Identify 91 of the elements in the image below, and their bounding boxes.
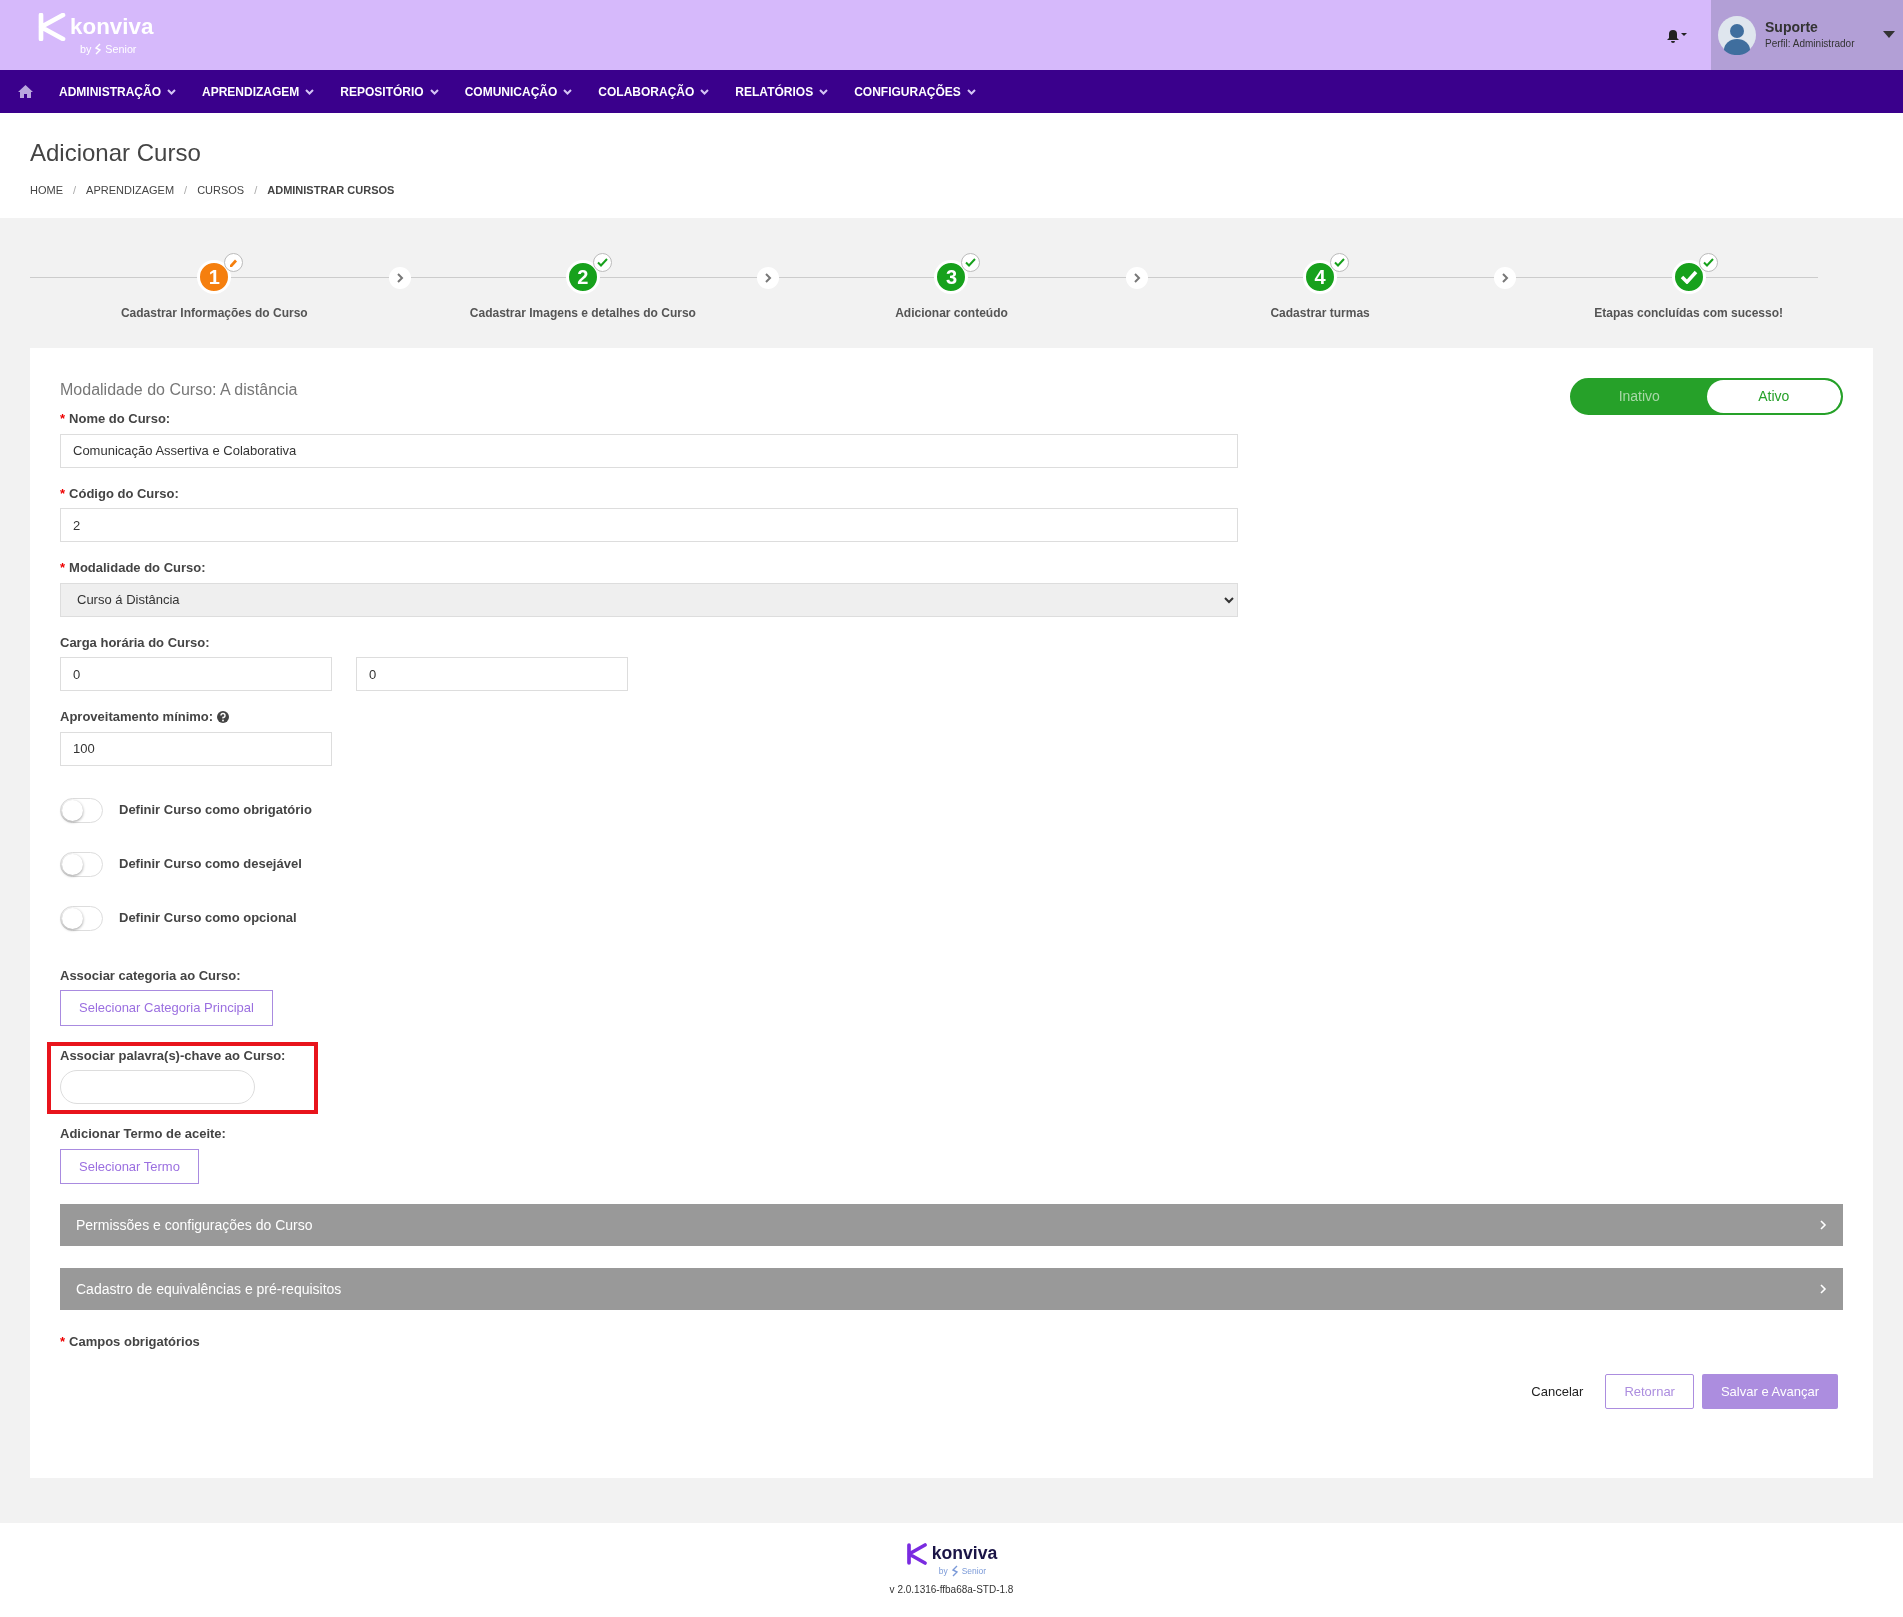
field-label: Aproveitamento mínimo: (60, 708, 214, 726)
nav-menu-item[interactable]: CONFIGURAÇÕES (854, 82, 976, 101)
chevron-down-icon (305, 88, 315, 95)
cancel-link[interactable]: Cancelar (1517, 1381, 1598, 1401)
field-label: Associar palavra(s)-chave ao Curso: (60, 1046, 286, 1065)
step-label: Adicionar conteúdo (895, 305, 1008, 322)
input-field[interactable]: 0 (60, 657, 332, 691)
check-icon (1330, 253, 1350, 272)
chevron-right-icon (1820, 1220, 1827, 1230)
required-note: Campos obrigatórios (69, 1333, 200, 1351)
logo-byline: by (80, 41, 92, 57)
logo-name: konviva (70, 15, 154, 39)
breadcrumb-link[interactable]: APRENDIZAGEM (86, 181, 175, 199)
step-circle: 4 (1303, 260, 1338, 294)
required-mark: * (60, 410, 66, 428)
chevron-down-icon (966, 88, 976, 95)
logo-brand: Senior (105, 41, 137, 57)
select-button[interactable]: Selecionar Categoria Principal (60, 990, 273, 1026)
chevron-down-icon (167, 88, 176, 95)
pencil-icon (224, 253, 244, 272)
field-label: Código do Curso: (69, 484, 179, 503)
version-text: v 2.0.1316-ffba68a-STD-1.8 (889, 1582, 1014, 1597)
field-label: Carga horária do Curso: (60, 633, 210, 652)
step-label: Cadastrar Imagens e detalhes do Curso (469, 305, 696, 322)
user-profile: Perfil: Administrador (1765, 36, 1856, 51)
breadcrumb-current: ADMINISTRAR CURSOS (267, 182, 395, 198)
keyword-field[interactable] (60, 1070, 255, 1104)
form-subtitle: Modalidade do Curso: A distância (60, 380, 298, 400)
select-button[interactable]: Selecionar Termo (60, 1148, 199, 1184)
home-icon[interactable] (18, 85, 33, 98)
toggle-switch[interactable] (60, 851, 103, 877)
step-label: Etapas concluídas com sucesso! (1594, 305, 1784, 322)
avatar-icon (1717, 15, 1757, 55)
chevron-right-icon (1820, 1284, 1827, 1294)
input-field[interactable]: 100 (60, 731, 332, 766)
toggle-switch[interactable] (60, 797, 103, 823)
breadcrumb-separator: / (73, 182, 77, 198)
logo-byline: by (938, 1565, 948, 1578)
switch-label: Definir Curso como desejável (119, 855, 302, 874)
s-icon (950, 1565, 959, 1578)
breadcrumb-separator: / (184, 182, 188, 198)
input-field[interactable]: 0 (356, 657, 628, 691)
caret-icon[interactable] (1883, 31, 1895, 39)
logo-brand: Senior (961, 1565, 987, 1578)
status-option[interactable]: Ativo (1706, 380, 1841, 413)
breadcrumb-link[interactable]: CURSOS (197, 181, 245, 199)
nav-menu-item[interactable]: COLABORAÇÃO (598, 82, 710, 101)
input-field[interactable]: 2 (60, 508, 1238, 542)
nav-menu-item[interactable]: ADMINISTRAÇÃO (59, 82, 176, 101)
user-name: Suporte (1765, 19, 1819, 36)
field-label: Nome do Curso: (69, 410, 171, 428)
chevron-right-icon (1132, 273, 1141, 283)
chevron-right-icon (764, 273, 773, 283)
chevron-down-icon (819, 88, 829, 95)
chevron-right-icon (1501, 273, 1510, 283)
field-label: Adicionar Termo de aceite: (60, 1125, 226, 1143)
check-icon (592, 253, 612, 272)
required-mark: * (60, 1333, 66, 1351)
nav-menu-item[interactable]: RELATÓRIOS (735, 82, 829, 101)
check-icon (961, 253, 981, 272)
step-label: Cadastrar turmas (1270, 305, 1370, 322)
switch-label: Definir Curso como opcional (119, 909, 297, 928)
logo-k-icon (38, 12, 66, 41)
logo-name: konviva (931, 1545, 998, 1563)
select-field[interactable]: Curso á Distância (60, 582, 1238, 617)
toggle-switch[interactable] (60, 905, 103, 931)
help-icon[interactable] (217, 710, 230, 723)
bell-icon[interactable] (1665, 27, 1687, 43)
chevron-right-icon (395, 273, 404, 283)
step-label: Cadastrar Informações do Curso (120, 305, 308, 322)
logo-k-icon (905, 1543, 928, 1566)
nav-menu-item[interactable]: REPOSITÓRIO (340, 82, 439, 101)
field-label: Associar categoria ao Curso: (60, 966, 241, 985)
step-circle: 2 (565, 260, 600, 294)
nav-menu-item[interactable]: COMUNICAÇÃO (464, 82, 573, 101)
field-label: Modalidade do Curso: (69, 559, 206, 577)
chevron-down-icon (563, 88, 573, 95)
s-icon (94, 43, 103, 55)
nav-menu-item[interactable]: APRENDIZAGEM (202, 82, 315, 101)
chevron-down-icon (700, 88, 710, 95)
required-mark: * (60, 559, 66, 577)
input-field[interactable]: Comunicação Assertiva e Colaborativa (60, 433, 1238, 468)
step-circle: 3 (934, 260, 969, 294)
chevron-down-icon (429, 88, 439, 95)
breadcrumb-link[interactable]: HOME (30, 181, 63, 199)
switch-label: Definir Curso como obrigatório (119, 801, 312, 820)
required-mark: * (60, 484, 66, 503)
step-circle: 1 (197, 260, 232, 294)
check-icon (1679, 270, 1698, 284)
page-title: Adicionar Curso (30, 139, 202, 168)
breadcrumb-separator: / (254, 182, 258, 198)
